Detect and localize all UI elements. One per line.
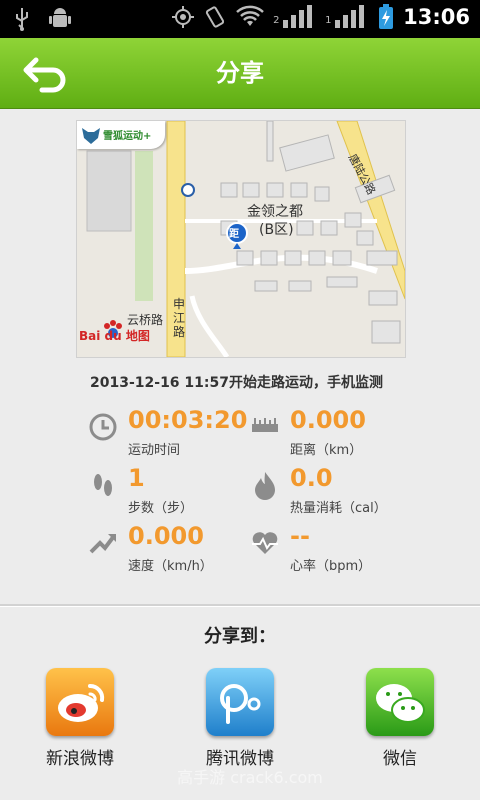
android-debug-icon: [49, 8, 71, 27]
divider: [0, 604, 480, 607]
stat-label: 步数（步）: [128, 501, 194, 516]
wifi-icon: [236, 5, 264, 26]
stat-value: 1: [128, 464, 145, 492]
route-map[interactable]: 雪狐运动+ 金领之都 (B区) 距 云桥路 申江路 唐陆公路 Bai du 地图: [76, 120, 406, 358]
app-header: 分享: [0, 38, 480, 109]
road-shenjiang: 申江路: [173, 297, 186, 339]
clock-time: 13:06: [403, 5, 470, 29]
speed-arrow-icon: [89, 534, 116, 554]
area-name-2: (B区): [259, 222, 294, 238]
battery-charging-icon: [379, 4, 394, 29]
share-title: 分享到：: [204, 626, 276, 647]
area-name-1: 金领之都: [247, 204, 303, 220]
stat-value: 0.000: [128, 522, 204, 550]
workout-summary: 2013-12-16 11:57开始走路运动，手机监测: [90, 375, 383, 391]
stat-label: 速度（km/h）: [128, 559, 213, 574]
usb-icon: [16, 8, 28, 31]
stat-label: 心率（bpm）: [290, 559, 372, 574]
page-title: 分享: [216, 59, 264, 87]
vibrate-icon: [206, 6, 225, 28]
gps-icon: [172, 6, 195, 28]
wechat-icon: [376, 684, 425, 723]
baidu-map-logo: Bai du 地图: [79, 329, 150, 343]
signal-icon: 2: [273, 4, 317, 30]
app-badge-text: 雪狐运动+: [103, 131, 152, 142]
sim2-badge: 1: [325, 15, 332, 26]
share-wechat-button[interactable]: [366, 668, 434, 736]
footprints-icon: [94, 474, 112, 496]
tencent-weibo-icon: [220, 684, 261, 724]
stat-label: 运动时间: [128, 443, 181, 458]
ruler-icon: [252, 418, 278, 432]
share-tencent-weibo-button[interactable]: [206, 668, 274, 736]
share-sina-weibo-button[interactable]: [46, 668, 114, 736]
stat-label: 距离（km）: [290, 443, 363, 458]
signal-icon-2: 1: [325, 4, 369, 30]
flame-icon: [255, 472, 275, 500]
fox-logo-icon: [82, 128, 100, 144]
stat-value: 0.000: [290, 406, 366, 434]
marker-label: 距: [229, 229, 239, 240]
road-yunqiao: 云桥路: [127, 313, 164, 327]
watermark: 高手游 crack6.com: [177, 768, 323, 787]
heart-rate-icon: [252, 532, 278, 554]
status-bar: 2 1 13:06: [0, 0, 480, 38]
stat-value: --: [290, 522, 310, 550]
app-badge: 雪狐运动+: [77, 121, 165, 149]
stat-value: 0.0: [290, 464, 333, 492]
stat-label: 热量消耗（cal）: [290, 501, 387, 516]
sim1-badge: 2: [273, 15, 280, 26]
clock-icon: [89, 413, 117, 441]
sina-weibo-icon: [58, 683, 105, 722]
stat-value: 00:03:20: [128, 406, 248, 434]
